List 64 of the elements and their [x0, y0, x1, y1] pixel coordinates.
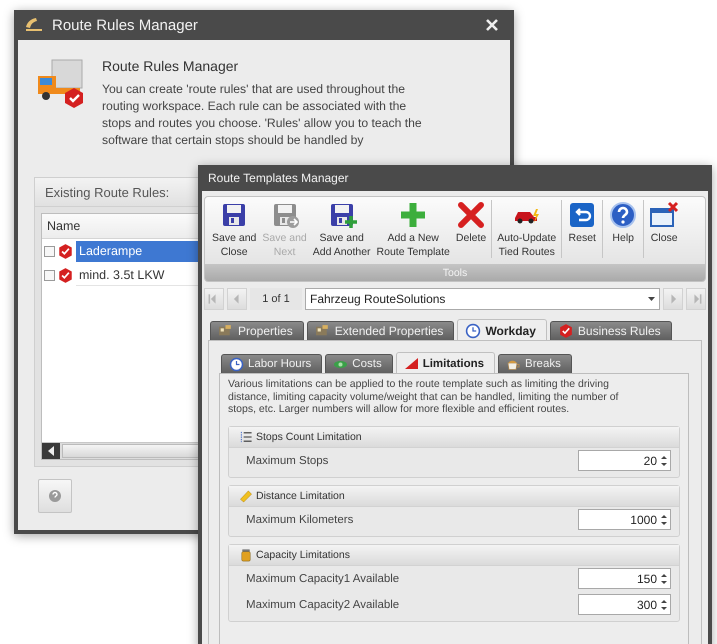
panel-title: Existing Route Rules: [45, 184, 170, 200]
number-spinner[interactable]: 20 [578, 450, 671, 471]
tab[interactable]: Breaks [498, 354, 572, 373]
tab[interactable]: Properties [210, 321, 304, 340]
cross-icon [456, 200, 486, 230]
group-label: Tools [442, 266, 468, 278]
spin-arrows-icon[interactable] [661, 454, 667, 466]
dropdown-caret-icon [648, 297, 655, 301]
check-badge-icon [57, 242, 74, 260]
spin-arrows-icon[interactable] [661, 514, 667, 526]
toolbar-button[interactable]: Save and Close [210, 200, 258, 258]
previous-record-button[interactable] [227, 288, 247, 310]
record-position: 1 of 1 [250, 288, 302, 310]
checkbox[interactable] [44, 270, 55, 280]
spin-arrows-icon[interactable] [661, 572, 667, 584]
tab[interactable]: Extended Properties [306, 321, 454, 340]
jar-icon [239, 548, 253, 562]
group-title: Distance Limitation [256, 490, 345, 502]
close-window-icon [649, 200, 680, 230]
toolbar-button[interactable]: Save and Add Another [310, 200, 373, 258]
field-label: Maximum Kilometers [246, 514, 354, 526]
first-record-button[interactable] [204, 288, 224, 310]
toolbar-button[interactable]: Close [647, 200, 682, 244]
help-button[interactable] [38, 479, 72, 513]
toolbar-button[interactable]: Help [606, 200, 640, 244]
tab[interactable]: Labor Hours [221, 354, 322, 373]
clock-icon [465, 322, 482, 338]
scroll-left-icon[interactable] [47, 446, 55, 456]
dialog-description: You can create 'route rules' that are used throughout the routing workspace. Each rule can be associated with the stops and routes you choose. 'Rules' allow you to teach the software that certain stops should be handled by [102, 81, 423, 149]
group-title: Stops Count Limitation [256, 430, 362, 442]
next-record-button[interactable] [663, 288, 683, 310]
tab[interactable]: Workday [457, 319, 547, 341]
tab[interactable]: Business Rules [550, 321, 672, 340]
toolbar-button[interactable]: Delete [454, 200, 488, 244]
ruler-icon [239, 488, 253, 502]
field-label: Maximum Stops [246, 454, 328, 466]
number-spinner[interactable]: 150 [578, 568, 671, 589]
toolbar-button[interactable]: Reset [565, 200, 600, 244]
limitations-description: Various limitations can be applied to the route template such as limiting the driving distance, limiting capacity volume/weight that can be handled, limiting the number of stops, etc. Larger numbers will allow for more flexible and efficient routes. [228, 378, 620, 416]
wedge-icon [404, 356, 419, 371]
last-record-button[interactable] [686, 288, 706, 310]
toolbar-button[interactable]: Auto-Update Tied Routes [495, 200, 558, 258]
field-label: Maximum Capacity2 Available [246, 598, 400, 610]
tab[interactable]: Costs [325, 354, 393, 373]
checkbox[interactable] [44, 246, 55, 256]
check-badge-icon [57, 266, 74, 284]
check-badge-icon [558, 323, 574, 339]
window-title: Route Rules Manager [52, 16, 198, 34]
number-spinner[interactable]: 300 [578, 594, 671, 615]
close-icon[interactable] [486, 19, 498, 31]
clock-icon [229, 356, 244, 372]
dialog-heading: Route Rules Manager [102, 58, 240, 74]
group-title: Capacity Limitations [256, 548, 350, 560]
toolbar-button[interactable]: Add a New Route Template [374, 200, 452, 258]
record-dropdown[interactable]: Fahrzeug RouteSolutions [305, 288, 660, 310]
spin-arrows-icon[interactable] [661, 598, 667, 610]
number-spinner[interactable]: 1000 [578, 509, 671, 530]
tab[interactable]: Limitations [396, 352, 496, 374]
help-icon [608, 200, 638, 230]
field-label: Maximum Capacity1 Available [246, 572, 400, 584]
window-title: Route Templates Manager [208, 171, 349, 185]
help-icon [48, 489, 62, 503]
app-logo-icon [24, 17, 44, 33]
list-icon [239, 430, 253, 444]
